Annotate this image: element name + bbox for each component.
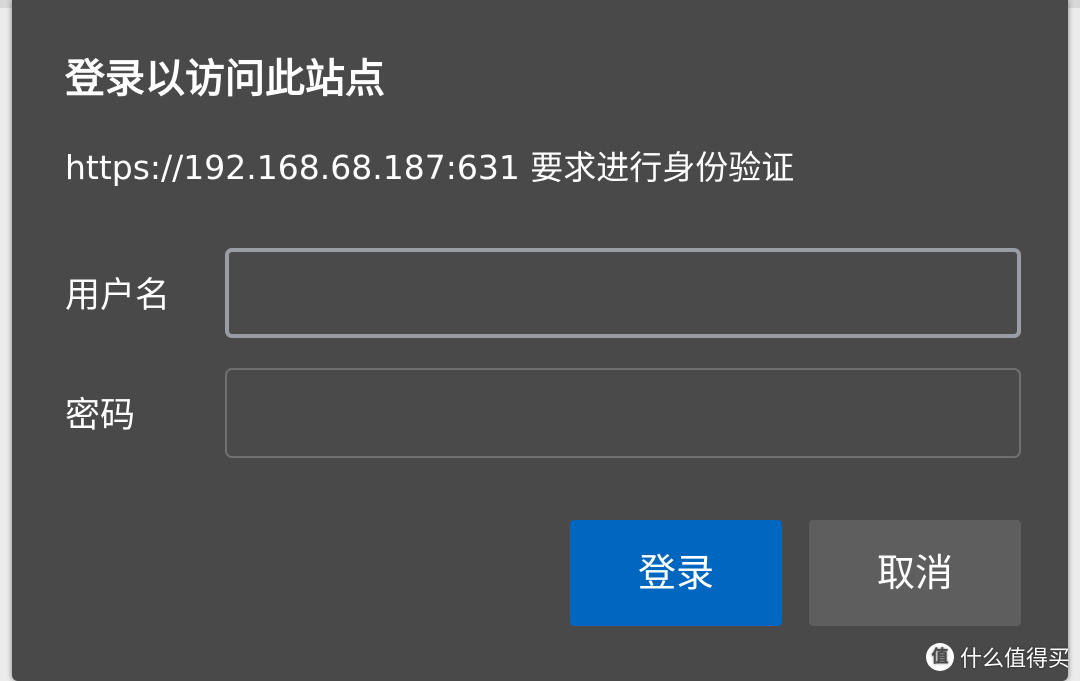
dialog-title: 登录以访问此站点 bbox=[65, 56, 385, 102]
watermark: 值 什么值得买 bbox=[925, 641, 1070, 673]
password-label: 密码 bbox=[65, 396, 136, 436]
watermark-text: 什么值得买 bbox=[959, 647, 1070, 672]
username-input[interactable] bbox=[225, 248, 1021, 338]
watermark-logo-icon: 值 bbox=[925, 643, 954, 671]
login-button[interactable]: 登录 bbox=[570, 520, 782, 626]
login-dialog: 登录以访问此站点 https://192.168.68.187:631 要求进行… bbox=[12, 0, 1068, 681]
password-input[interactable] bbox=[225, 368, 1021, 458]
username-label: 用户名 bbox=[65, 276, 171, 316]
cancel-button[interactable]: 取消 bbox=[809, 520, 1021, 626]
auth-request-text: https://192.168.68.187:631 要求进行身份验证 bbox=[65, 148, 795, 187]
screen: 登录以访问此站点 https://192.168.68.187:631 要求进行… bbox=[0, 0, 1080, 681]
